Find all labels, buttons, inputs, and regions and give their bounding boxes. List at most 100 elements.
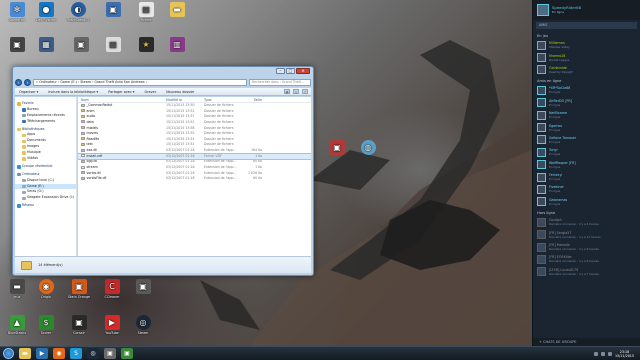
- friend-item[interactable]: Fivekiner En ligne: [533, 183, 640, 195]
- new-folder-button[interactable]: Nouveau dossier: [166, 90, 194, 94]
- location-icon: [22, 113, 26, 118]
- column-name[interactable]: Nom: [78, 97, 166, 102]
- file-name: _CommonRedist: [86, 103, 113, 107]
- file-name: ReadMe: [86, 136, 100, 141]
- category-online[interactable]: Amis en ligne: [533, 76, 640, 84]
- app-icon: ▣: [105, 2, 121, 17]
- friend-status: Stardew Valley: [549, 45, 570, 50]
- start-button[interactable]: [3, 348, 14, 359]
- avatar[interactable]: [537, 4, 549, 16]
- explorer-folder-icon[interactable]: ▬: [19, 348, 31, 359]
- include-library-button[interactable]: Inclure dans la bibliothèque ▾: [48, 90, 98, 94]
- desktop-icon-app-2[interactable]: ▣: [2, 37, 32, 53]
- nav-item-15[interactable]: Seagate Expansion Drive (I:): [15, 195, 76, 201]
- friend-item[interactable]: Oxidamide Dead by Daylight: [533, 64, 640, 76]
- firefox-icon[interactable]: ◉: [53, 348, 65, 359]
- friend-status: En ligne: [549, 115, 561, 120]
- app-icon[interactable]: ▣: [104, 348, 116, 359]
- group-chats-button[interactable]: + CHATS DE GROUPE: [533, 338, 640, 346]
- friend-status: Dernière connexion : il y a 11 heures: [549, 234, 601, 239]
- desktop-icon-skein-orange[interactable]: ▣ Skein Orange: [64, 279, 94, 299]
- friend-item[interactable]: [FR] EOEKiller Dernière connexion : il y …: [533, 253, 640, 265]
- desktop-icon-file[interactable]: ▤ Fichier: [131, 2, 161, 22]
- friend-item[interactable]: [FR] Sergio57 Dernière connexion : il y a…: [533, 228, 640, 240]
- desktop-icon-jeux[interactable]: ▬ jeux: [2, 279, 32, 299]
- minimize-button[interactable]: –: [276, 68, 285, 74]
- address-bar[interactable]: « Ordinateur › Game (E:) › Steam › Grand…: [33, 78, 247, 86]
- desktop-icon-center-1[interactable]: ▣: [322, 140, 352, 156]
- steam-friends-panel[interactable]: SpeedyRider68 En ligne AMIS En jeu Milli…: [532, 0, 640, 346]
- desktop-icon-teamspeak[interactable]: ◐ TeamSpeak 3: [63, 2, 93, 22]
- desktop-icon-corsair[interactable]: ▣ Corsair: [64, 315, 94, 335]
- app-icon[interactable]: ▣: [121, 348, 133, 359]
- app-icon: ▣: [71, 315, 87, 330]
- friend-item[interactable]: Gouliph Dernière connexion : il y a 4 heu…: [533, 216, 640, 228]
- friend-status: En ligne: [549, 189, 561, 194]
- media-player-icon[interactable]: ▶: [36, 348, 48, 359]
- column-date[interactable]: Modifié le: [166, 97, 204, 102]
- friend-item[interactable]: Gatoramas En ligne: [533, 196, 640, 208]
- friend-item[interactable]: [LT4R] Lucas0179 Dernière connexion : il …: [533, 266, 640, 278]
- volume-icon[interactable]: [600, 351, 605, 356]
- friends-search-input[interactable]: AMIS: [536, 22, 637, 29]
- table-row[interactable]: vorbisFile.dll 03/12/2007 01:18 Extension …: [78, 176, 311, 182]
- desktop-icon-file-2[interactable]: ▤: [98, 37, 128, 53]
- maximize-button[interactable]: □: [286, 68, 295, 74]
- desktop-icon-center-2[interactable]: ◍: [353, 140, 383, 156]
- category-ingame[interactable]: En jeu: [533, 31, 640, 39]
- desktop-icon-bluestacks[interactable]: ▲ BlueStacks: [2, 315, 32, 335]
- category-offline[interactable]: Hors ligne: [533, 208, 640, 216]
- explorer-titlebar[interactable]: – □ ✕: [13, 67, 313, 77]
- friend-item[interactable]: WolfReaper [FR] En ligne: [533, 159, 640, 171]
- desktop-icon-speedfan[interactable]: ✻ SpeedFan: [2, 2, 32, 22]
- desktop-icon-image[interactable]: ▦: [31, 37, 61, 53]
- desktop-icon-folder[interactable]: ▬: [162, 2, 192, 18]
- desktop-icon-app-3[interactable]: ▣: [66, 37, 96, 53]
- friend-item[interactable]: Millieman Stardew Valley: [533, 39, 640, 51]
- clock[interactable]: 23:18 15/11/2015: [615, 350, 634, 358]
- tray-icon[interactable]: [593, 351, 598, 356]
- column-type[interactable]: Type: [204, 97, 244, 102]
- friend-item[interactable]: Sofiane Tomaser En ligne: [533, 134, 640, 146]
- organize-button[interactable]: Organiser ▾: [19, 90, 38, 94]
- desktop-icon-steam[interactable]: ◎ Steam: [128, 315, 158, 335]
- friend-item[interactable]: Egamos En ligne: [533, 121, 640, 133]
- desktop-icon-app[interactable]: ▣: [98, 2, 128, 18]
- friend-item[interactable]: Netflixame En ligne: [533, 109, 640, 121]
- steam-icon[interactable]: ◎: [87, 348, 99, 359]
- friend-item[interactable]: AirRerDO [FR] En ligne: [533, 97, 640, 109]
- friend-item[interactable]: Mnemo28 Rocket League: [533, 51, 640, 63]
- help-icon[interactable]: ?: [302, 89, 308, 94]
- burn-button[interactable]: Graver: [145, 90, 157, 94]
- skype-icon[interactable]: S: [70, 348, 82, 359]
- preview-pane-icon[interactable]: ▯: [293, 89, 299, 94]
- column-size[interactable]: Taille: [244, 97, 264, 102]
- friend-item[interactable]: Tonyr En ligne: [533, 146, 640, 158]
- close-button[interactable]: ✕: [296, 68, 310, 74]
- nav-item-9[interactable]: Vidéos: [15, 156, 76, 162]
- search-input[interactable]: Rechercher dans : Grand Theft...: [249, 78, 311, 86]
- desktop-icon-dell[interactable]: ● Dell Systray: [31, 2, 61, 22]
- network-icon[interactable]: [607, 351, 612, 356]
- nav-item-3[interactable]: Téléchargements: [15, 119, 76, 125]
- back-button[interactable]: ‹: [15, 78, 22, 86]
- nav-item-10[interactable]: Groupe résidentiel: [15, 164, 76, 170]
- file-explorer-window[interactable]: – □ ✕ ‹ › « Ordinateur › Game (E:) › Ste…: [12, 66, 314, 276]
- desktop-icon-winrar[interactable]: ▥: [162, 37, 192, 53]
- friend-item[interactable]: *XR*SoCia68 En ligne: [533, 84, 640, 96]
- share-button[interactable]: Partager avec ▾: [108, 90, 134, 94]
- forward-button[interactable]: ›: [24, 78, 31, 86]
- nav-item-16[interactable]: Réseau: [15, 203, 76, 209]
- desktop-icon-star[interactable]: ★: [131, 37, 161, 53]
- desktop-icon-youtube[interactable]: ▶ YouTube: [97, 315, 127, 335]
- view-options-icon[interactable]: ▤: [284, 89, 290, 94]
- friend-item[interactable]: Feinecyl En ligne: [533, 171, 640, 183]
- steam-user-header[interactable]: SpeedyRider68 En ligne: [533, 0, 640, 20]
- desktop-icon-scorer[interactable]: $ Scorer: [31, 315, 61, 335]
- friend-status: En ligne: [549, 177, 561, 182]
- friend-item[interactable]: [FR] Manoila Dernière connexion : il y a …: [533, 241, 640, 253]
- desktop-icon-ccleaner[interactable]: C CCleaner: [97, 279, 127, 299]
- avatar: [537, 147, 546, 157]
- desktop-icon-origin[interactable]: ◉ Origin: [31, 279, 61, 299]
- desktop-icon-app-4[interactable]: ▣: [128, 279, 158, 295]
